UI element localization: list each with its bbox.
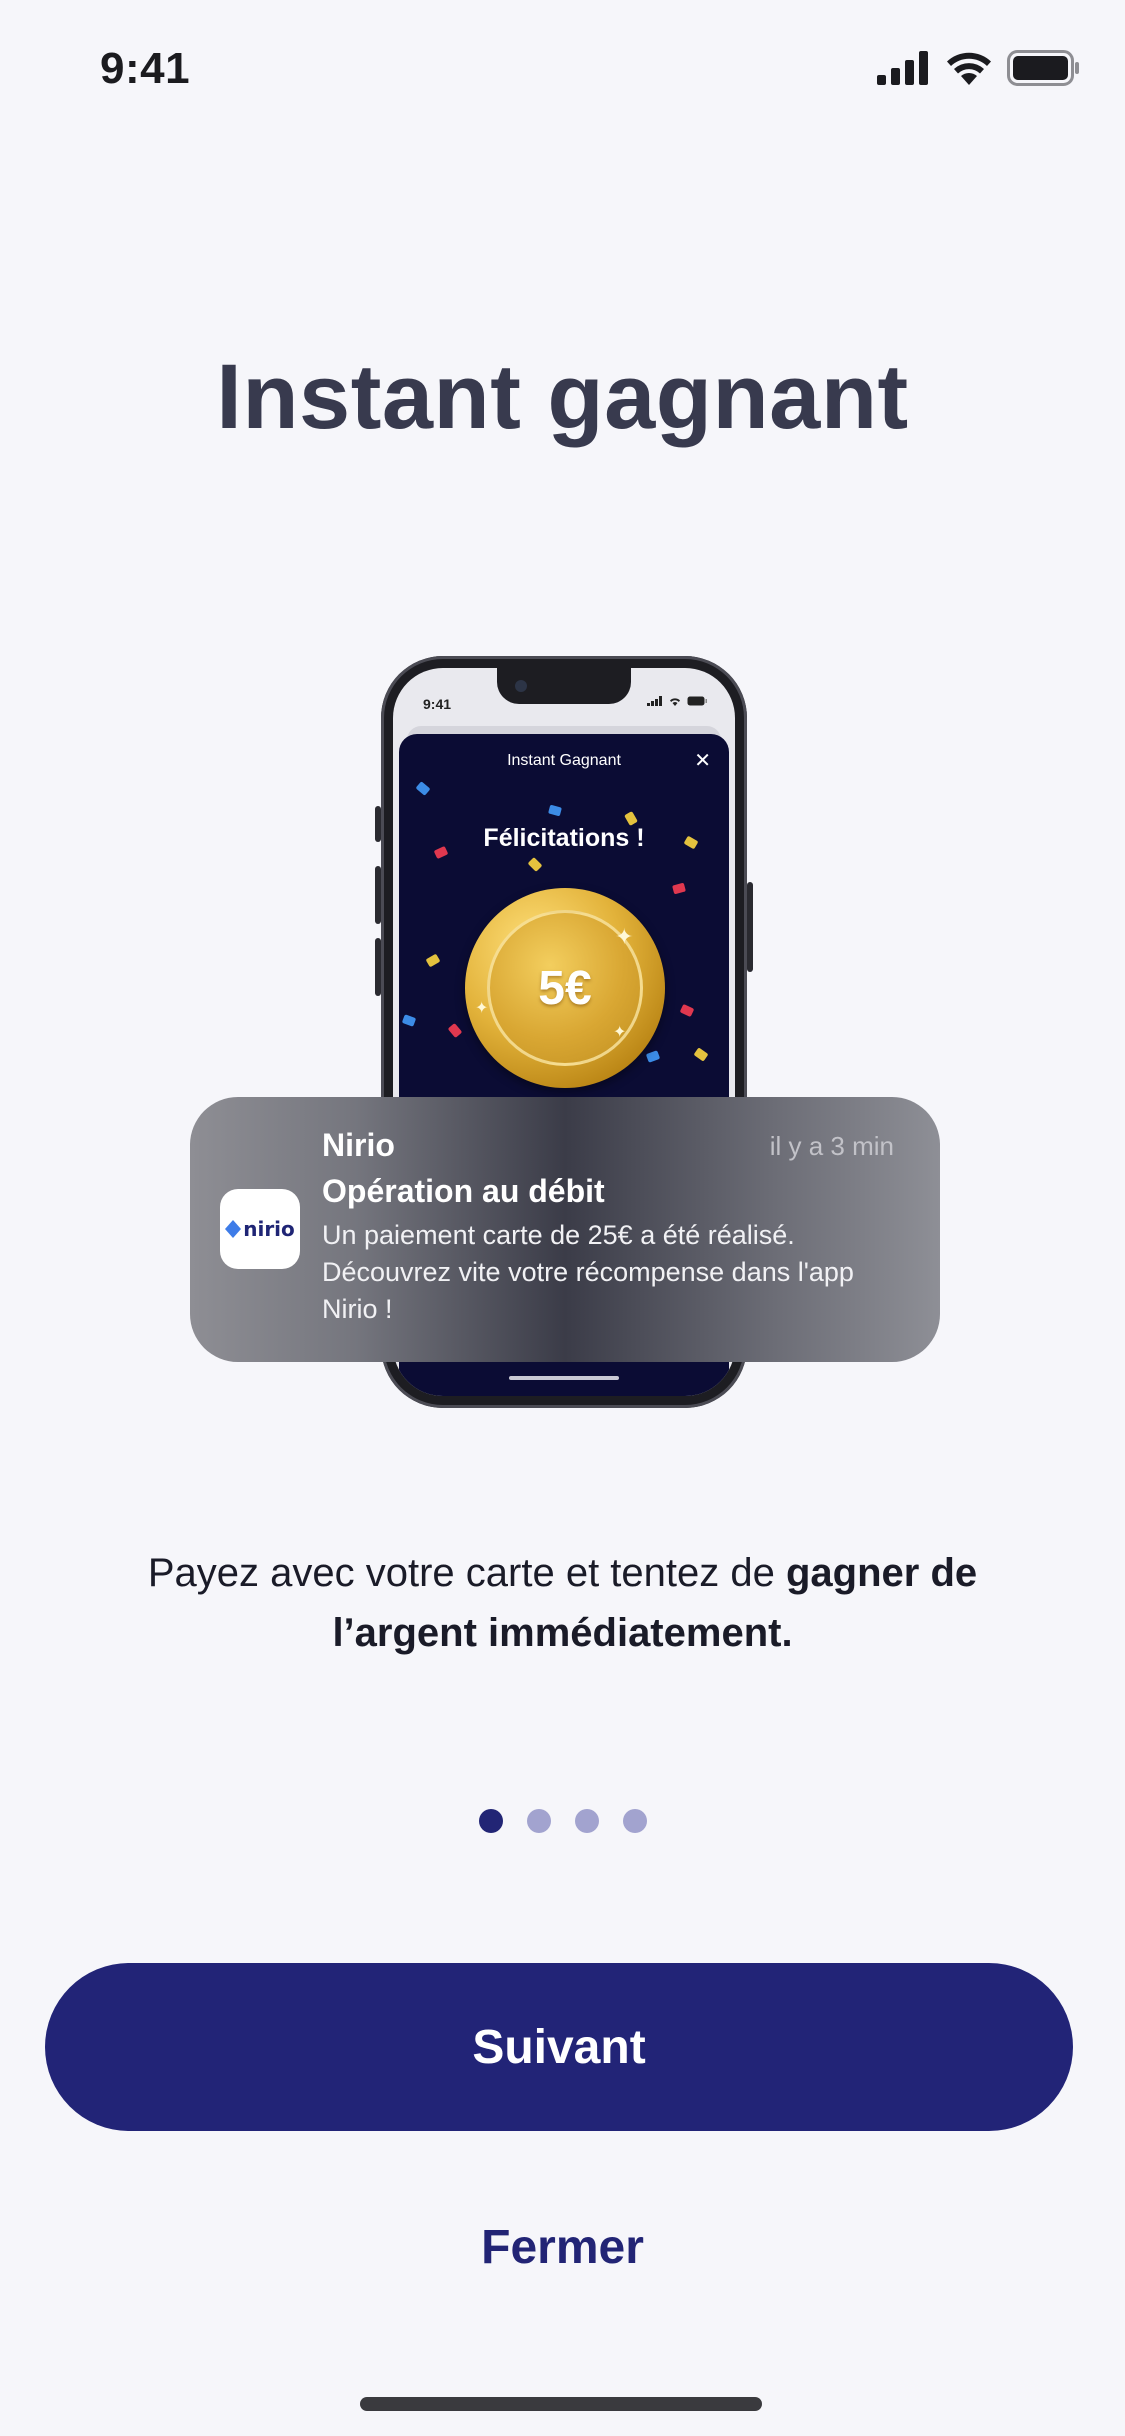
diamond-icon [225,1220,242,1238]
close-icon: ✕ [694,750,711,772]
cellular-signal-icon [877,51,931,90]
nirio-logo: nirio [225,1217,295,1241]
description-text: Payez avec votre carte et tentez de [147,1551,786,1595]
status-icons [877,50,1081,91]
page-dot-3[interactable] [574,1809,599,1833]
nirio-logo-text: nirio [243,1217,295,1241]
page-dot-4[interactable] [622,1809,647,1833]
phone-side-button [375,806,381,842]
page-dot-1[interactable] [478,1809,503,1833]
confetti [645,1050,661,1063]
page-dot-2[interactable] [526,1809,551,1833]
confetti [693,1047,709,1062]
camera-icon [515,680,527,692]
mini-home-indicator [509,1376,619,1380]
confetti [447,1023,463,1038]
mini-wifi-icon [670,698,680,706]
push-notification: nirio Nirio il y a 3 min Opération au dé… [190,1097,940,1362]
onboarding-description: Payez avec votre carte et tentez de gagn… [120,1543,1005,1663]
modal-header: Instant Gagnant [507,752,621,769]
sparkle-icon: ✦ [475,1000,489,1017]
mini-signal-icon [647,696,662,706]
coin-value: 5€ [538,961,592,1015]
mini-status-icons [647,696,707,706]
phone-side-button [375,938,381,996]
notification-time: il y a 3 min [769,1131,894,1161]
wifi-icon [945,51,993,90]
confetti [679,1003,695,1018]
confetti [401,1014,417,1027]
phone-side-button [375,866,381,924]
home-indicator[interactable] [360,2397,762,2411]
status-time: 9:41 [100,44,191,93]
next-button[interactable]: Suivant [45,1963,1073,2131]
notification-app-name: Nirio [322,1127,395,1163]
congrats-title: Félicitations ! [483,824,645,852]
nirio-app-icon: nirio [220,1189,300,1269]
page-title: Instant gagnant [216,346,909,448]
notification-title: Opération au débit [322,1173,605,1209]
confetti [415,781,431,796]
confetti [527,857,543,872]
close-button[interactable]: Fermer [0,2220,1125,2275]
coin-reward: 5€ ✦ ✦ ✦ [465,888,665,1088]
phone-notch [497,668,631,704]
sparkle-icon: ✦ [615,924,634,949]
confetti [425,953,441,968]
battery-icon [1007,50,1081,91]
mini-battery-icon [687,696,707,706]
phone-side-button [747,882,753,972]
status-bar: 9:41 [0,0,1125,130]
mini-status-time: 9:41 [423,696,452,712]
page-indicator [0,1809,1125,1833]
confetti [672,882,686,895]
sparkle-icon: ✦ [613,1024,627,1041]
notification-body: Un paiement carte de 25€ a été réalisé. … [322,1220,854,1324]
confetti [548,804,562,817]
